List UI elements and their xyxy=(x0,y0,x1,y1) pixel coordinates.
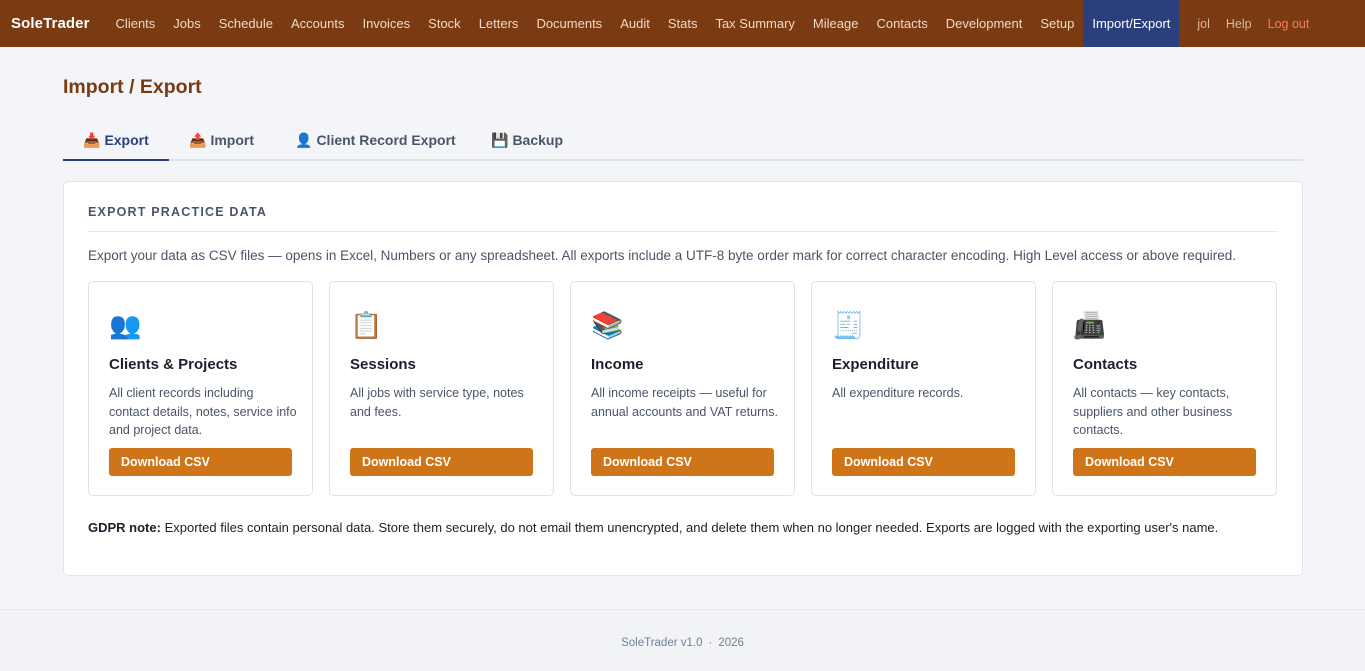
tile-description: All income receipts — useful for annual … xyxy=(591,386,778,419)
nav-development[interactable]: Development xyxy=(937,0,1032,47)
tab-backup[interactable]: 💾 Backup xyxy=(471,126,571,161)
nav-stock[interactable]: Stock xyxy=(419,0,470,47)
tile-title: Income xyxy=(591,356,644,373)
tile-title: Expenditure xyxy=(832,356,919,373)
footer: SoleTrader v1.0 · 2026 xyxy=(0,609,1365,671)
page-title: Import / Export xyxy=(63,76,202,98)
brand-logo[interactable]: SoleTrader xyxy=(11,15,90,32)
nav-tax-summary[interactable]: Tax Summary xyxy=(706,0,803,47)
floppy-disk-icon: 💾 xyxy=(491,132,509,148)
clipboard-icon: 📋 xyxy=(350,310,383,340)
section-heading: EXPORT PRACTICE DATA xyxy=(88,205,1278,232)
gdpr-text: Exported files contain personal data. St… xyxy=(160,520,1219,535)
tile-description: All expenditure records. xyxy=(832,386,964,400)
tab-import[interactable]: 📤 Import xyxy=(169,126,273,161)
gdpr-label: GDPR note: xyxy=(88,520,161,535)
nav-accounts[interactable]: Accounts xyxy=(282,0,353,47)
nav-letters[interactable]: Letters xyxy=(470,0,528,47)
nav-jobs[interactable]: Jobs xyxy=(164,0,209,47)
nav-stats[interactable]: Stats xyxy=(659,0,707,47)
tab-client-record-export[interactable]: 👤 Client Record Export xyxy=(273,126,471,161)
nav-setup[interactable]: Setup xyxy=(1031,0,1083,47)
tile-title: Sessions xyxy=(350,356,416,373)
nav-mileage[interactable]: Mileage xyxy=(804,0,868,47)
download-csv-clients-button[interactable]: Download CSV xyxy=(109,448,292,476)
tab-label: Import xyxy=(210,132,254,148)
people-icon: 👥 xyxy=(109,310,142,340)
export-tile-expenditure: 🧾 Expenditure All expenditure records. D… xyxy=(811,281,1036,496)
logout-link[interactable]: Log out xyxy=(1260,17,1319,31)
export-tile-income: 📚 Income All income receipts — useful fo… xyxy=(570,281,795,496)
download-csv-expenditure-button[interactable]: Download CSV xyxy=(832,448,1015,476)
nav-documents[interactable]: Documents xyxy=(527,0,611,47)
tab-export[interactable]: 📥 Export xyxy=(63,126,169,161)
tile-title: Contacts xyxy=(1073,356,1138,373)
tab-bar: 📥 Export 📤 Import 👤 Client Record Export… xyxy=(63,126,1303,161)
tab-label: Export xyxy=(104,132,149,148)
tile-title: Clients & Projects xyxy=(109,356,238,373)
export-panel: EXPORT PRACTICE DATA Export your data as… xyxy=(63,181,1303,576)
nav-help-link[interactable]: Help xyxy=(1218,17,1260,31)
user-icon: 👤 xyxy=(295,132,313,148)
download-csv-sessions-button[interactable]: Download CSV xyxy=(350,448,533,476)
tab-label: Backup xyxy=(512,132,564,148)
footer-separator: · xyxy=(708,637,713,649)
export-tile-contacts: 📠 Contacts All contacts — key contacts, … xyxy=(1052,281,1277,496)
export-tile-sessions: 📋 Sessions All jobs with service type, n… xyxy=(329,281,554,496)
export-tiles: 👥 Clients & Projects All client records … xyxy=(88,281,1277,496)
top-nav: SoleTrader Clients Jobs Schedule Account… xyxy=(0,0,1365,47)
footer-year: 2026 xyxy=(718,637,744,649)
nav-user[interactable]: jol xyxy=(1189,17,1218,31)
footer-version: SoleTrader v1.0 xyxy=(621,637,703,649)
outbox-tray-icon: 📤 xyxy=(189,132,207,148)
fax-machine-icon: 📠 xyxy=(1073,310,1106,340)
intro-text: Export your data as CSV files — opens in… xyxy=(88,248,1237,263)
ledger-books-icon: 📚 xyxy=(591,310,624,340)
tile-description: All client records including contact det… xyxy=(109,386,297,437)
nav-audit[interactable]: Audit xyxy=(611,0,659,47)
inbox-tray-icon: 📥 xyxy=(83,132,101,148)
download-csv-income-button[interactable]: Download CSV xyxy=(591,448,774,476)
nav-clients[interactable]: Clients xyxy=(107,0,165,47)
download-csv-contacts-button[interactable]: Download CSV xyxy=(1073,448,1256,476)
receipt-icon: 🧾 xyxy=(832,310,865,340)
export-tile-clients: 👥 Clients & Projects All client records … xyxy=(88,281,313,496)
gdpr-note: GDPR note: Exported files contain person… xyxy=(88,517,1268,538)
tab-label: Client Record Export xyxy=(316,132,456,148)
nav-invoices[interactable]: Invoices xyxy=(353,0,419,47)
tile-description: All contacts — key contacts, suppliers a… xyxy=(1073,386,1233,437)
nav-import-export[interactable]: Import/Export xyxy=(1083,0,1180,47)
nav-contacts[interactable]: Contacts xyxy=(867,0,936,47)
nav-schedule[interactable]: Schedule xyxy=(210,0,282,47)
tile-description: All jobs with service type, notes and fe… xyxy=(350,386,524,419)
